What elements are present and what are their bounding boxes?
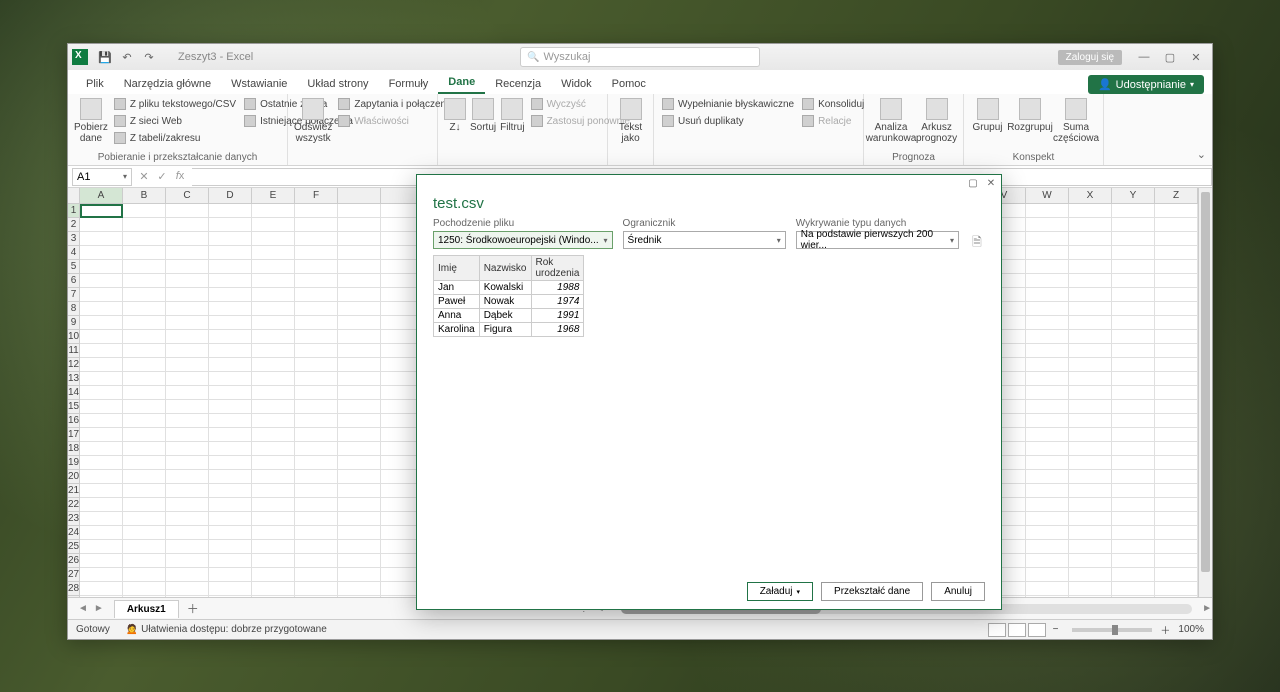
hscroll-right-icon[interactable]: ►: [1202, 603, 1212, 614]
load-button[interactable]: Załaduj: [747, 582, 813, 601]
view-layout-icon[interactable]: [1008, 623, 1026, 637]
excel-icon: [72, 49, 88, 65]
view-normal-icon[interactable]: [988, 623, 1006, 637]
accept-formula-icon[interactable]: ✓: [154, 170, 170, 183]
search-input[interactable]: Wyszukaj: [520, 47, 760, 67]
zoom-in-icon[interactable]: ＋: [1160, 622, 1170, 637]
from-web[interactable]: Z sieci Web: [112, 113, 238, 129]
row-headers[interactable]: 1234567891011121314151617181920212223242…: [68, 204, 80, 597]
forecast-sheet-button[interactable]: Arkusz prognozy: [916, 96, 957, 144]
data-type-detection-label: Wykrywanie typu danych: [796, 218, 959, 229]
status-bar: Gotowy 🙍 Ułatwienia dostępu: dobrze przy…: [68, 619, 1212, 639]
group-button[interactable]: Grupuj: [970, 96, 1005, 133]
share-button[interactable]: 👤Udostępnianie▾: [1088, 75, 1204, 94]
minimize-button[interactable]: ―: [1132, 47, 1156, 67]
consolidate[interactable]: Konsoliduj: [800, 96, 866, 112]
vertical-scrollbar[interactable]: [1198, 188, 1212, 597]
select-all-corner[interactable]: [68, 188, 80, 204]
sheet-tab-arkusz1[interactable]: Arkusz1: [114, 600, 179, 618]
menu-widok[interactable]: Widok: [551, 74, 602, 94]
zoom-level: 100%: [1178, 624, 1204, 635]
preview-table: ImięNazwiskoRok urodzenia JanKowalski198…: [433, 255, 584, 337]
data-type-detection-select[interactable]: Na podstawie pierwszych 200 wier...: [796, 231, 959, 249]
login-button[interactable]: Zaloguj się: [1058, 50, 1122, 65]
name-box[interactable]: A1: [72, 168, 132, 186]
relationships: Relacje: [800, 113, 866, 129]
menu-dane[interactable]: Dane: [438, 72, 485, 94]
text-to-columns-button[interactable]: Tekst jako: [614, 96, 647, 144]
menu-uklad[interactable]: Układ strony: [297, 74, 378, 94]
dialog-close-icon[interactable]: ✕: [985, 178, 997, 190]
transform-data-button[interactable]: Przekształć dane: [821, 582, 923, 601]
maximize-button[interactable]: ▢: [1158, 47, 1182, 67]
what-if-button[interactable]: Analiza warunkowa: [870, 96, 912, 144]
menu-formuly[interactable]: Formuły: [379, 74, 439, 94]
flash-fill[interactable]: Wypełnianie błyskawiczne: [660, 96, 796, 112]
cancel-button[interactable]: Anuluj: [931, 582, 985, 601]
delimiter-label: Ogranicznik: [623, 218, 786, 229]
sort-az-button[interactable]: Z↓: [444, 96, 466, 133]
view-pagebreak-icon[interactable]: [1028, 623, 1046, 637]
zoom-out-icon[interactable]: −: [1053, 624, 1059, 635]
csv-import-dialog: ▢ ✕ test.csv Pochodzenie pliku 1250: Śro…: [416, 174, 1002, 610]
sort-button[interactable]: Sortuj: [470, 96, 496, 133]
undo-icon[interactable]: ↶: [118, 48, 136, 66]
fx-icon[interactable]: fx: [172, 170, 188, 183]
quick-access-toolbar: 💾 ↶ ↷: [96, 48, 158, 66]
menu-wstawianie[interactable]: Wstawianie: [221, 74, 297, 94]
menu-narzedzia[interactable]: Narzędzia główne: [114, 74, 221, 94]
sheet-next-icon[interactable]: ►: [94, 603, 104, 614]
menu-plik[interactable]: Plik: [76, 74, 114, 94]
menu-recenzja[interactable]: Recenzja: [485, 74, 551, 94]
filter-button[interactable]: Filtruj: [500, 96, 524, 133]
menu-bar: Plik Narzędzia główne Wstawianie Układ s…: [68, 70, 1212, 94]
get-data-button[interactable]: Pobierz dane: [74, 96, 108, 144]
group-label: Pobieranie i przekształcanie danych: [74, 150, 281, 165]
file-origin-label: Pochodzenie pliku: [433, 218, 613, 229]
dialog-filename: test.csv: [433, 195, 985, 212]
add-sheet-button[interactable]: ＋: [187, 600, 199, 617]
from-table[interactable]: Z tabeli/zakresu: [112, 130, 238, 146]
remove-duplicates[interactable]: Usuń duplikaty: [660, 113, 796, 129]
redo-icon[interactable]: ↷: [140, 48, 158, 66]
settings-icon[interactable]: 🗎: [969, 233, 985, 249]
from-text-csv[interactable]: Z pliku tekstowego/CSV: [112, 96, 238, 112]
collapse-ribbon-icon[interactable]: ⌄: [1197, 148, 1206, 161]
subtotal-button[interactable]: Suma częściowa: [1055, 96, 1097, 144]
close-button[interactable]: ✕: [1184, 47, 1208, 67]
file-origin-select[interactable]: 1250: Środkowoeuropejski (Windo...: [433, 231, 613, 249]
ribbon: Pobierz dane Z pliku tekstowego/CSV Z si…: [68, 94, 1212, 166]
refresh-all-button[interactable]: Odśwież wszystk: [294, 96, 332, 144]
delimiter-select[interactable]: Średnik: [623, 231, 786, 249]
cancel-formula-icon[interactable]: ✕: [136, 170, 152, 183]
status-ready: Gotowy: [76, 624, 110, 635]
window-title: Zeszyt3 - Excel: [178, 51, 253, 63]
zoom-slider[interactable]: [1072, 628, 1152, 632]
ungroup-button[interactable]: Rozgrupuj: [1009, 96, 1051, 133]
accessibility-status: 🙍 Ułatwienia dostępu: dobrze przygotowan…: [126, 624, 327, 635]
excel-window: 💾 ↶ ↷ Zeszyt3 - Excel Wyszukaj Zaloguj s…: [67, 43, 1213, 640]
menu-pomoc[interactable]: Pomoc: [602, 74, 656, 94]
sheet-prev-icon[interactable]: ◄: [78, 603, 88, 614]
save-icon[interactable]: 💾: [96, 48, 114, 66]
title-bar: 💾 ↶ ↷ Zeszyt3 - Excel Wyszukaj Zaloguj s…: [68, 44, 1212, 70]
dialog-maximize-icon[interactable]: ▢: [967, 178, 979, 190]
